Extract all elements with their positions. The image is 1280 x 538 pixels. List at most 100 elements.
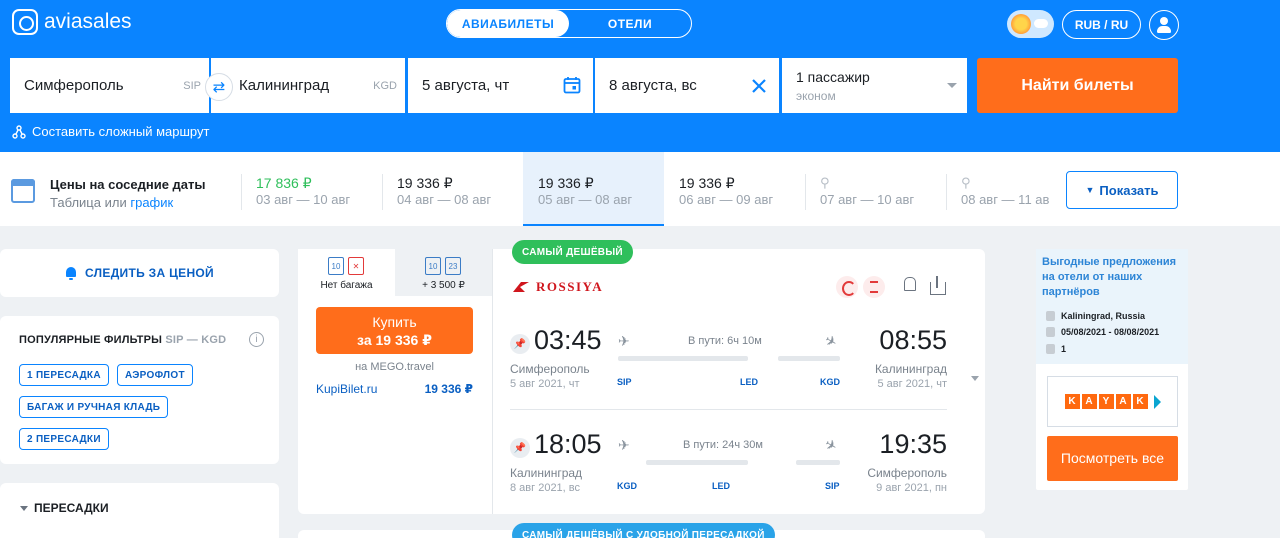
info-icon[interactable]: i — [249, 332, 264, 347]
route-icon — [12, 124, 26, 139]
transfers-title: ПЕРЕСАДКИ — [34, 501, 109, 515]
date-cell-price: 19 336 ₽ — [538, 175, 594, 191]
currency-button[interactable]: RUB / RU — [1062, 10, 1141, 39]
pin-icon[interactable]: 📌 — [510, 438, 530, 458]
filter-chip[interactable]: 1 ПЕРЕСАДКА — [19, 364, 109, 386]
expand-icon[interactable] — [971, 376, 979, 381]
agency-name: на MEGO.travel — [355, 361, 434, 373]
depart-date-field[interactable]: 5 августа, чт — [408, 58, 593, 113]
calendar-icon[interactable] — [563, 76, 581, 94]
bell-icon — [65, 266, 77, 280]
table-link[interactable]: Таблица — [50, 195, 101, 210]
filter-chip[interactable]: БАГАЖ И РУЧНАЯ КЛАДЬ — [19, 396, 169, 418]
filter-chip[interactable]: 2 ПЕРЕСАДКИ — [19, 428, 109, 450]
origin-value: Симферополь — [24, 77, 124, 94]
tab-with-baggage[interactable]: 10 23 + 3 500 ₽ — [395, 249, 492, 296]
airport-code: LED — [712, 481, 730, 491]
transfers-filter[interactable]: ПЕРЕСАДКИ — [0, 483, 279, 538]
chevron-down-icon — [20, 505, 28, 511]
cabin-class: эконом — [796, 89, 836, 103]
alt-offer[interactable]: KupiBilet.ru 19 336 ₽ — [316, 382, 473, 396]
buy-button[interactable]: Купить за 19 336 ₽ — [316, 307, 473, 354]
date-cell[interactable]: 17 836 ₽ 03 авг — 10 авг — [241, 152, 382, 226]
subscribe-bell-icon[interactable] — [903, 276, 917, 294]
flight-segment-return: 📌 18:05 ✈ В пути: 24ч 30м ✈ 19:35 Калини… — [510, 428, 947, 498]
mode-switch: АВИАБИЛЕТЫ ОТЕЛИ — [446, 9, 692, 38]
search-icon: ⚲ — [820, 175, 830, 190]
airport-code: SIP — [617, 377, 632, 387]
airport-code: KGD — [820, 377, 840, 387]
date-cell-price: 19 336 ₽ — [397, 175, 453, 191]
ad-guests: 1 — [1061, 344, 1067, 354]
no-baggage-icon: ✕ — [348, 257, 364, 275]
chevron-down-icon — [947, 83, 957, 88]
hotel-ad: Выгодные предложения на отели от наших п… — [1036, 249, 1188, 490]
user-icon[interactable] — [1149, 10, 1179, 40]
depart-date-value: 5 августа, чт — [422, 77, 510, 94]
landing-icon: ✈ — [822, 331, 841, 351]
departure-city: Симферополь — [510, 362, 590, 376]
search-button[interactable]: Найти билеты — [977, 58, 1178, 113]
date-cell[interactable]: 19 336 ₽ 04 авг — 08 авг — [382, 152, 523, 226]
or-text: или — [104, 195, 127, 210]
landing-icon: ✈ — [822, 435, 841, 455]
pin-icon[interactable]: 📌 — [510, 334, 530, 354]
tab-no-baggage[interactable]: 10 ✕ Нет багажа — [298, 249, 395, 296]
tab-hotels[interactable]: ОТЕЛИ — [569, 10, 691, 37]
date-cell[interactable]: ⚲ 07 авг — 10 авг — [805, 152, 946, 226]
passengers-field[interactable]: 1 пассажир эконом — [782, 58, 967, 113]
baggage-icon: 23 — [445, 257, 461, 275]
destination-field[interactable]: Калининград KGD — [211, 58, 405, 113]
view-all-button[interactable]: Посмотреть все — [1047, 436, 1178, 481]
share-icon[interactable] — [930, 276, 946, 295]
arrival-date: 9 авг 2021, пн — [876, 482, 947, 494]
tab-flights[interactable]: АВИАБИЛЕТЫ — [447, 10, 569, 37]
alt-offer-price: 19 336 ₽ — [424, 382, 473, 396]
arrival-date: 5 авг 2021, чт — [877, 378, 947, 390]
airline-logo: ROSSIYA — [512, 279, 603, 295]
date-cell-price: 17 836 ₽ — [256, 175, 312, 191]
swap-icon[interactable]: ⇄ — [205, 73, 233, 101]
night-flight-icon — [836, 276, 858, 298]
departure-time: 18:05 — [534, 429, 602, 459]
departure-time: 03:45 — [534, 325, 602, 355]
follow-price-button[interactable]: СЛЕДИТЬ ЗА ЦЕНОЙ — [0, 249, 279, 297]
return-date-field[interactable]: 8 августа, вс — [595, 58, 779, 113]
logo-text: aviasales — [44, 10, 132, 33]
ticket-card[interactable]: 10 ✕ Нет багажа 10 23 + 3 500 ₽ Купить з… — [298, 249, 985, 514]
calendar-grid-icon — [11, 179, 35, 203]
airline-name: ROSSIYA — [536, 279, 604, 294]
filters-route: SIP — KGD — [165, 334, 227, 346]
date-cell[interactable]: 19 336 ₽ 06 авг — 09 авг — [664, 152, 805, 226]
destination-value: Калининград — [239, 77, 330, 94]
airline-wing-icon — [513, 282, 529, 292]
date-cell-price: 19 336 ₽ — [679, 175, 735, 191]
logo[interactable]: aviasales — [12, 9, 132, 35]
ad-city: Kaliningrad, Russia — [1061, 311, 1146, 321]
date-cell-dates: 03 авг — 10 авг — [256, 192, 351, 207]
departure-city: Калининград — [510, 466, 583, 480]
caret-down-icon: ▼ — [1085, 185, 1095, 195]
airport-code: SIP — [825, 481, 840, 491]
passengers-value: 1 пассажир — [796, 69, 870, 85]
kayak-logo[interactable]: K A Y A K — [1047, 376, 1178, 427]
clear-icon[interactable] — [751, 78, 767, 94]
date-cell-dates: 07 авг — 10 авг — [820, 192, 915, 207]
tab-with-baggage-label: + 3 500 ₽ — [422, 280, 465, 291]
graph-link[interactable]: график — [130, 195, 173, 210]
theme-toggle[interactable] — [1007, 10, 1054, 38]
origin-field[interactable]: Симферополь SIP — [10, 58, 209, 113]
flight-duration: В пути: 6ч 10м — [688, 335, 762, 347]
date-cell-selected[interactable]: 19 336 ₽ 05 авг — 08 авг — [523, 152, 664, 226]
show-button[interactable]: ▼ Показать — [1066, 171, 1178, 209]
calendar-icon — [1046, 327, 1055, 337]
filter-chip[interactable]: АЭРОФЛОТ — [117, 364, 193, 386]
nearby-dates-title: Цены на соседние даты — [50, 177, 206, 192]
nearby-dates-subtitle: Таблица или график — [50, 195, 173, 210]
arrival-time: 08:55 — [879, 325, 947, 355]
cheapest-badge: САМЫЙ ДЕШЁВЫЙ — [512, 240, 633, 264]
filters-title: ПОПУЛЯРНЫЕ ФИЛЬТРЫ SIP — KGD — [19, 334, 227, 346]
complex-route-link[interactable]: Составить сложный маршрут — [12, 124, 209, 139]
baggage-tabs: 10 ✕ Нет багажа 10 23 + 3 500 ₽ — [298, 249, 493, 296]
date-cell[interactable]: ⚲ 08 авг — 11 ав — [946, 152, 1054, 226]
